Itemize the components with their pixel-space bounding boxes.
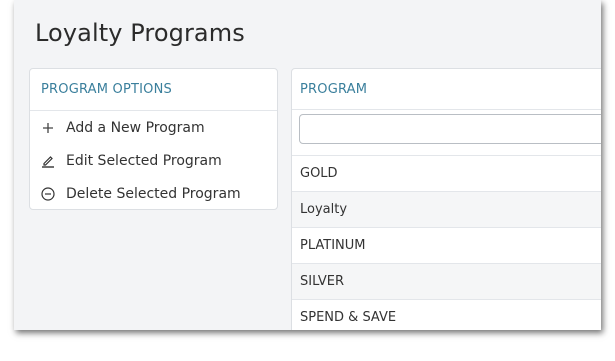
program-column-header[interactable]: PROGRAM: [292, 69, 601, 110]
program-row-spend-and-save[interactable]: SPEND & SAVE: [292, 300, 601, 330]
add-program-button[interactable]: Add a New Program: [30, 111, 277, 144]
page-title: Loyalty Programs: [35, 19, 245, 47]
program-options-header: PROGRAM OPTIONS: [30, 69, 277, 111]
add-program-label: Add a New Program: [66, 119, 205, 136]
program-options-panel: PROGRAM OPTIONS Add a New Program Edit S…: [29, 68, 278, 210]
program-row-gold[interactable]: GOLD: [292, 156, 601, 192]
edit-program-button[interactable]: Edit Selected Program: [30, 144, 277, 177]
edit-program-label: Edit Selected Program: [66, 152, 222, 169]
pencil-icon: [41, 154, 55, 168]
program-row-loyalty[interactable]: Loyalty: [292, 192, 601, 228]
filter-row: [292, 110, 601, 156]
delete-program-button[interactable]: Delete Selected Program: [30, 177, 277, 210]
program-row-silver[interactable]: SILVER: [292, 264, 601, 300]
program-list-panel: PROGRAM GOLD Loyalty PLATINUM SILVER SPE…: [291, 68, 601, 330]
delete-program-label: Delete Selected Program: [66, 185, 241, 202]
program-filter-input[interactable]: [299, 114, 601, 144]
plus-icon: [41, 121, 55, 135]
program-row-platinum[interactable]: PLATINUM: [292, 228, 601, 264]
minus-circle-icon: [41, 186, 55, 201]
app-window: Loyalty Programs PROGRAM OPTIONS Add a N…: [14, 0, 601, 330]
